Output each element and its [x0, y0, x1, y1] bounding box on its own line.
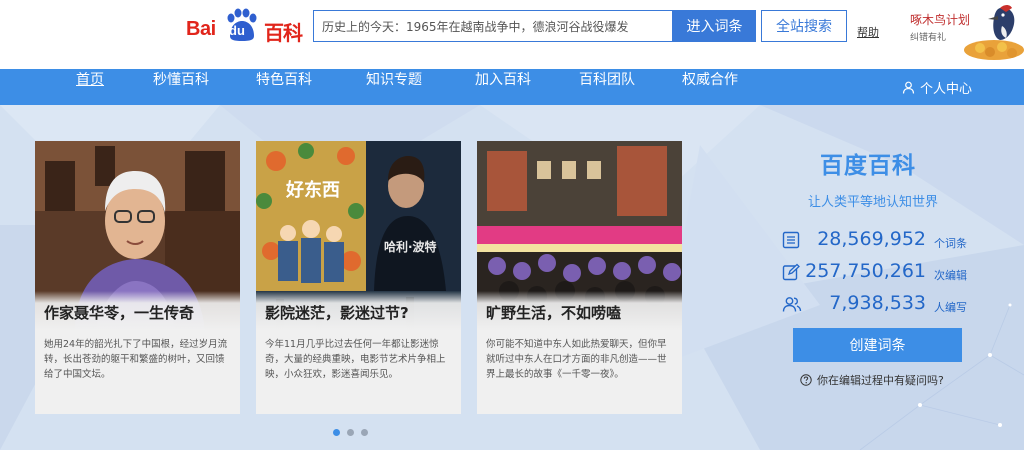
card-3-desc: 你可能不知道中东人如此热爱聊天，但你早就听过中东人在口才方面的非凡创造——世界上…	[486, 339, 667, 380]
card-2-title: 影院迷茫，影迷过节?	[256, 291, 461, 331]
stat-users-unit: 人编写	[934, 301, 967, 314]
stat-edits: 257,750,261 次编辑	[772, 259, 982, 287]
search-box[interactable]	[313, 10, 673, 42]
search-input[interactable]	[314, 11, 672, 41]
stat-entries-value: 28,569,952	[817, 228, 926, 250]
carousel-dot-3[interactable]	[361, 429, 368, 436]
stat-users-value: 7,938,533	[829, 292, 926, 314]
user-center-label: 个人中心	[920, 81, 973, 97]
create-entry-button[interactable]: 创建词条	[793, 328, 962, 362]
promo-subtitle: 纠错有礼	[910, 33, 947, 43]
feature-card-1[interactable]: 作家聂华苓，一生传奇 她用24年的韶光扎下了中国根，经过岁月流转，长出苍劲的躯干…	[35, 141, 240, 414]
stat-entries: 28,569,952 个词条	[772, 227, 982, 255]
main-nav: 首页 秒懂百科 特色百科 知识专题 加入百科 百科团队 权威合作 个人中心	[0, 69, 1024, 105]
top-header: Bai du 百科 进入词条 全站搜索 帮助 啄木鸟计划 纠错有礼	[0, 0, 1024, 69]
stat-users: 7,938,533 人编写	[772, 291, 982, 319]
nav-item-miaodong[interactable]: 秒懂百科	[153, 69, 209, 105]
carousel-dots	[333, 429, 368, 436]
nav-item-featured[interactable]: 特色百科	[256, 69, 312, 105]
user-center-link[interactable]: 个人中心	[902, 69, 972, 105]
users-icon	[782, 297, 802, 312]
card-3-title: 旷野生活，不如唠嗑	[477, 291, 682, 331]
edit-help-text: 你在编辑过程中有疑问吗?	[817, 374, 944, 387]
enter-entry-button[interactable]: 进入词条	[673, 10, 756, 42]
card-1-title: 作家聂华苓，一生传奇	[35, 291, 240, 331]
feature-card-2[interactable]: 好东西 哈利·波特 影院迷茫，影迷过节? 今年11月几乎比过去任何一年都让影迷惊…	[256, 141, 461, 414]
woodpecker-illustration	[964, 5, 1024, 60]
nav-item-home[interactable]: 首页	[76, 69, 104, 105]
nav-item-team[interactable]: 百科团队	[579, 69, 635, 105]
nav-item-authority[interactable]: 权威合作	[682, 69, 738, 105]
poster-title-text: 好东西	[285, 179, 340, 201]
help-link[interactable]: 帮助	[857, 24, 879, 40]
card-1-desc: 她用24年的韶光扎下了中国根，经过岁月流转，长出苍劲的躯干和繁盛的树叶，又回馈给…	[44, 339, 228, 380]
user-icon	[902, 81, 915, 94]
card-2-caption: 影院迷茫，影迷过节? 今年11月几乎比过去任何一年都让影迷惊奇，大量的经典重映，…	[256, 291, 461, 414]
poster-2-title-text: 哈利·波特	[384, 239, 437, 254]
woodpecker-promo[interactable]: 啄木鸟计划 纠错有礼	[900, 0, 1024, 62]
nav-item-join[interactable]: 加入百科	[475, 69, 531, 105]
carousel-dot-2[interactable]	[347, 429, 354, 436]
carousel-dot-1[interactable]	[333, 429, 340, 436]
edit-icon	[782, 263, 800, 281]
card-1-caption: 作家聂华苓，一生传奇 她用24年的韶光扎下了中国根，经过岁月流转，长出苍劲的躯干…	[35, 291, 240, 414]
entries-icon	[782, 231, 800, 249]
stat-edits-unit: 次编辑	[934, 269, 967, 282]
logo-text-bai: Bai	[186, 18, 216, 40]
baike-title: 百度百科	[820, 153, 916, 179]
card-3-caption: 旷野生活，不如唠嗑 你可能不知道中东人如此热爱聊天，但你早就听过中东人在口才方面…	[477, 291, 682, 414]
nav-item-topics[interactable]: 知识专题	[366, 69, 422, 105]
logo-text-du: du	[229, 23, 245, 38]
site-search-button[interactable]: 全站搜索	[761, 10, 847, 42]
stat-edits-value: 257,750,261	[805, 260, 926, 282]
card-2-desc: 今年11月几乎比过去任何一年都让影迷惊奇，大量的经典重映，电影节艺术片争相上映，…	[265, 339, 446, 380]
stat-entries-unit: 个词条	[934, 237, 967, 250]
baike-slogan: 让人类平等地认知世界	[808, 195, 939, 210]
hero-section: 作家聂华苓，一生传奇 她用24年的韶光扎下了中国根，经过岁月流转，长出苍劲的躯干…	[0, 105, 1024, 450]
baidu-baike-logo[interactable]: Bai du 百科	[186, 6, 306, 45]
feature-card-3[interactable]: 旷野生活，不如唠嗑 你可能不知道中东人如此热爱聊天，但你早就听过中东人在口才方面…	[477, 141, 682, 414]
edit-help-link[interactable]: 你在编辑过程中有疑问吗?	[800, 372, 944, 388]
logo-text-baike: 百科	[264, 21, 303, 45]
question-icon	[800, 374, 812, 386]
